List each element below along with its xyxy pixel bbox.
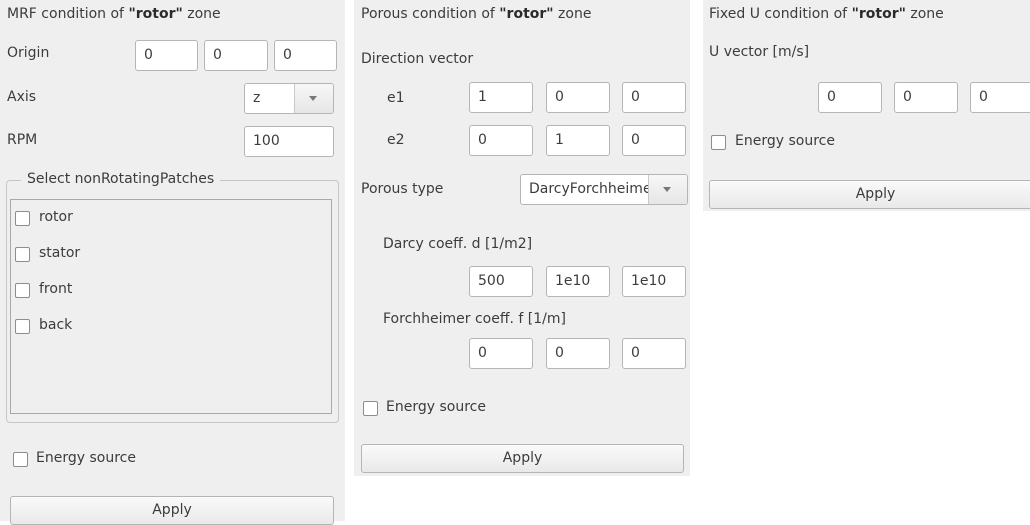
darcy-y-field[interactable]: 1e10: [546, 266, 610, 297]
u-y-field[interactable]: 0: [894, 82, 958, 113]
porous-apply-button[interactable]: Apply: [361, 444, 684, 473]
axis-select-value: z: [253, 90, 261, 106]
porous-panel: Porous condition of "rotor" zone Directi…: [354, 0, 690, 476]
fixedu-title-prefix: Fixed U condition of: [709, 6, 852, 22]
patches-group-title: Select nonRotatingPatches: [21, 171, 221, 187]
mrf-title-prefix: MRF condition of: [7, 6, 129, 22]
axis-label: Axis: [7, 89, 37, 105]
porous-type-select[interactable]: DarcyForchheimer: [520, 174, 688, 205]
forch-x-field[interactable]: 0: [469, 338, 533, 369]
e1-y-field[interactable]: 0: [546, 82, 610, 113]
e2-z-field[interactable]: 0: [622, 125, 686, 156]
porous-type-label: Porous type: [361, 181, 444, 197]
e2-x-field[interactable]: 0: [469, 125, 533, 156]
patch-rotor-checkbox[interactable]: [15, 211, 30, 226]
forch-y-field[interactable]: 0: [546, 338, 610, 369]
patch-front-checkbox[interactable]: [15, 283, 30, 298]
fixedu-apply-button[interactable]: Apply: [709, 180, 1030, 209]
porous-energy-source-checkbox[interactable]: [363, 401, 378, 416]
e1-z-field[interactable]: 0: [622, 82, 686, 113]
u-z-field[interactable]: 0: [970, 82, 1030, 113]
origin-label: Origin: [7, 45, 50, 61]
porous-title: Porous condition of "rotor" zone: [361, 6, 591, 22]
u-vector-label: U vector [m/s]: [709, 44, 810, 60]
fixedu-title-suffix: zone: [905, 6, 944, 22]
porous-title-prefix: Porous condition of: [361, 6, 500, 22]
axis-select[interactable]: z: [244, 83, 334, 114]
axis-select-arrow: [294, 84, 333, 113]
mrf-title: MRF condition of "rotor" zone: [7, 6, 221, 22]
fixedu-zone-name: "rotor": [851, 6, 906, 22]
forch-z-field[interactable]: 0: [622, 338, 686, 369]
fixedu-panel: Fixed U condition of "rotor" zone U vect…: [703, 0, 1030, 211]
forchheimer-label: Forchheimer coeff. f [1/m]: [383, 311, 566, 327]
e2-y-field[interactable]: 1: [546, 125, 610, 156]
porous-zone-name: "rotor": [499, 6, 554, 22]
direction-vector-label: Direction vector: [361, 51, 474, 67]
origin-y-field[interactable]: 0: [204, 40, 268, 71]
e2-label: e2: [387, 132, 405, 148]
porous-type-value: DarcyForchheimer: [529, 181, 649, 197]
e1-label: e1: [387, 90, 405, 106]
mrf-panel: MRF condition of "rotor" zone Origin 0 0…: [0, 0, 345, 525]
patch-stator-checkbox[interactable]: [15, 247, 30, 262]
patch-stator-label: stator: [39, 245, 81, 261]
mrf-zone-name: "rotor": [128, 6, 183, 22]
origin-x-field[interactable]: 0: [135, 40, 198, 71]
porous-type-arrow: [648, 175, 687, 204]
chevron-down-icon: [663, 187, 671, 192]
origin-z-field[interactable]: 0: [274, 40, 337, 71]
porous-energy-source-label: Energy source: [386, 399, 486, 415]
rpm-label: RPM: [7, 132, 38, 148]
fixedu-energy-source-checkbox[interactable]: [711, 135, 726, 150]
rpm-field[interactable]: 100: [244, 126, 334, 157]
darcy-x-field[interactable]: 500: [469, 266, 533, 297]
mrf-energy-source-label: Energy source: [36, 450, 136, 466]
chevron-down-icon: [309, 96, 317, 101]
porous-title-suffix: zone: [553, 6, 592, 22]
darcy-z-field[interactable]: 1e10: [622, 266, 686, 297]
patch-back-checkbox[interactable]: [15, 319, 30, 334]
darcy-label: Darcy coeff. d [1/m2]: [383, 236, 533, 252]
mrf-title-suffix: zone: [182, 6, 221, 22]
fixedu-energy-source-label: Energy source: [735, 133, 835, 149]
u-x-field[interactable]: 0: [818, 82, 882, 113]
fixedu-title: Fixed U condition of "rotor" zone: [709, 6, 944, 22]
patches-list: rotor stator front back: [10, 199, 332, 414]
mrf-energy-source-checkbox[interactable]: [13, 452, 28, 467]
e1-x-field[interactable]: 1: [469, 82, 533, 113]
patch-rotor-label: rotor: [39, 209, 73, 225]
patch-front-label: front: [39, 281, 73, 297]
patch-back-label: back: [39, 317, 73, 333]
